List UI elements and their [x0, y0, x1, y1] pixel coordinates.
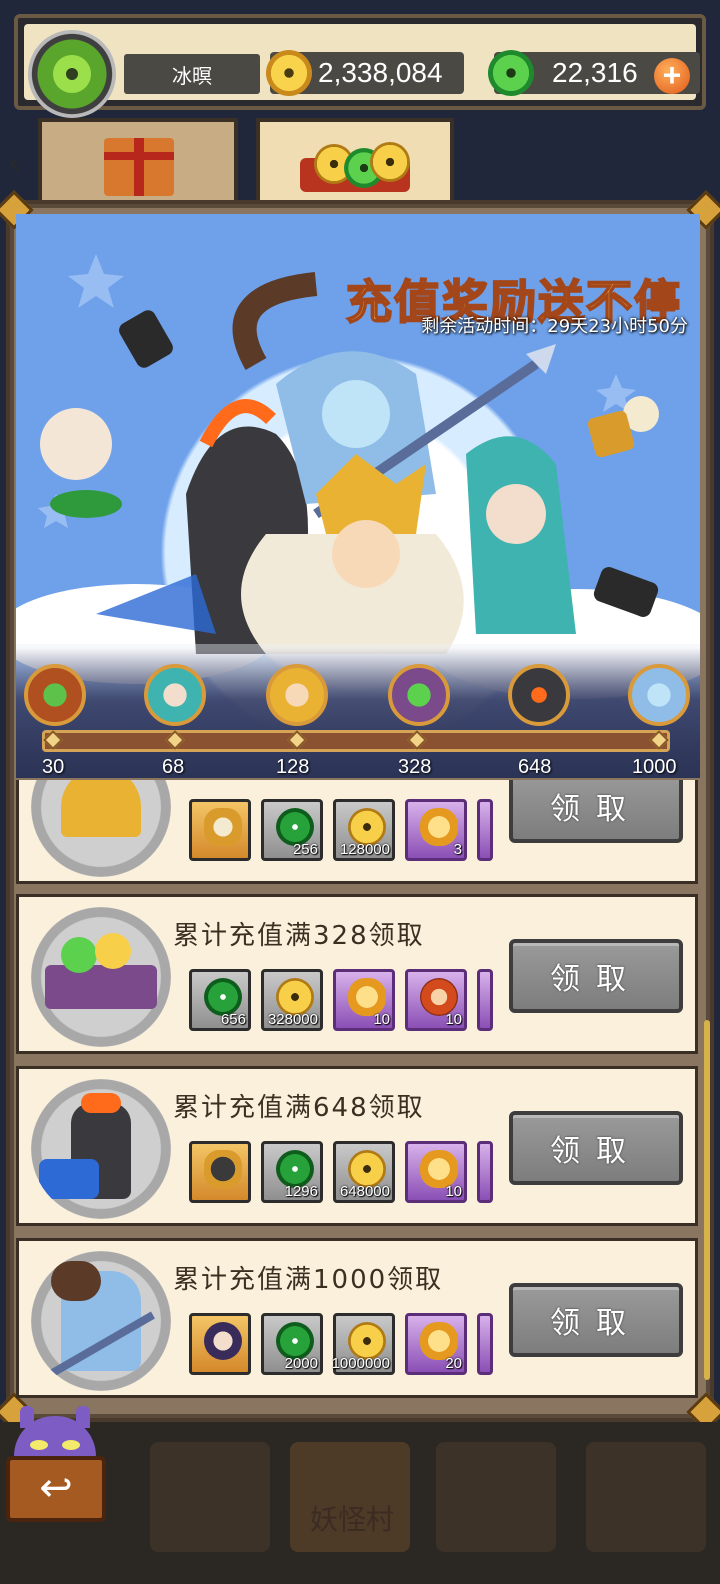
reward-item[interactable]: 656: [189, 969, 251, 1031]
milestone-label: 68: [162, 756, 185, 778]
milestone-hero-icon[interactable]: [144, 664, 206, 726]
reward-item[interactable]: 2000: [261, 1313, 323, 1375]
tab-gift-box[interactable]: [38, 118, 238, 210]
reward-item[interactable]: [189, 1141, 251, 1203]
reward-row: 累计充值满648领取 1296 648000 10 领取: [16, 1066, 698, 1226]
jade-amount: 22,316: [552, 57, 638, 88]
claim-button[interactable]: 领取: [509, 780, 683, 843]
nav-compass-icon[interactable]: [586, 1442, 706, 1552]
gift-box-icon: [104, 138, 174, 196]
list-scrollbar[interactable]: [704, 1020, 710, 1380]
player-name: 冰暝: [124, 54, 260, 94]
reward-item-overflow[interactable]: [477, 969, 493, 1031]
claim-button[interactable]: 领取: [509, 1111, 683, 1185]
resource-bar-inner: 冰暝 2,338,084 22,316 +: [24, 24, 700, 118]
reward-item-overflow[interactable]: [477, 799, 493, 861]
milestone-label: 328: [398, 756, 432, 778]
recharge-progress-fill: [45, 733, 667, 749]
return-arrow-icon: ↩: [39, 1465, 73, 1511]
nav-village-label: 妖怪村: [310, 1503, 395, 1536]
milestone-jar-icon[interactable]: [24, 664, 86, 726]
scarab-icon: [420, 808, 458, 846]
reward-item[interactable]: 10: [405, 969, 467, 1031]
milestone-warrior-icon[interactable]: [628, 664, 690, 726]
chess-piece-icon: [204, 808, 242, 846]
reward-item[interactable]: 10: [405, 1141, 467, 1203]
reward-item[interactable]: 128000: [333, 799, 395, 861]
jade-counter: 22,316 +: [488, 50, 700, 96]
milestone-label: 128: [276, 756, 310, 778]
reward-item[interactable]: 648000: [333, 1141, 395, 1203]
milestone-strip: [16, 648, 700, 778]
black-chess-piece-icon: [204, 1150, 242, 1188]
claim-button[interactable]: 领取: [509, 939, 683, 1013]
add-jade-button[interactable]: +: [654, 58, 690, 94]
row-title: 累计充值满328领取: [173, 921, 425, 951]
coin-box-portrait: [31, 907, 171, 1047]
recharge-progress-bar: [42, 730, 670, 752]
dark-knight-portrait: [31, 1079, 171, 1219]
gold-counter: 2,338,084: [266, 50, 464, 96]
milestone-knight-icon[interactable]: [508, 664, 570, 726]
reward-item[interactable]: [189, 1313, 251, 1375]
reward-item[interactable]: 1000000: [332, 1313, 395, 1375]
reward-item[interactable]: 1296: [261, 1141, 323, 1203]
row-title: 累计充值满648领取: [173, 1093, 425, 1123]
event-countdown: 剩余活动时间：29天23小时50分: [421, 316, 688, 337]
milestone-label: 648: [518, 756, 552, 778]
gold-coin-icon: [266, 50, 312, 96]
milestone-coin-box-icon[interactable]: [388, 664, 450, 726]
reward-item-overflow[interactable]: [477, 1141, 493, 1203]
nav-building-icon[interactable]: [150, 1442, 270, 1552]
jade-coin-icon: [488, 50, 534, 96]
reward-row: 累计充值满1000领取 2000 1000000 20 领取: [16, 1238, 698, 1398]
player-avatar[interactable]: [28, 30, 116, 118]
return-button[interactable]: ↩: [6, 1456, 106, 1522]
armored-warrior-portrait: [31, 1251, 171, 1391]
milestone-eagle-icon[interactable]: [266, 664, 328, 726]
reward-list: 256 128000 3 领取 累计充值满328领取 656 328000 10…: [14, 780, 700, 1400]
reward-item[interactable]: 10: [333, 969, 395, 1031]
reward-item[interactable]: [189, 799, 251, 861]
gold-amount: 2,338,084: [318, 57, 443, 88]
reward-item-overflow[interactable]: [477, 1313, 493, 1375]
reward-item[interactable]: 3: [405, 799, 467, 861]
coin-pile-icon: [300, 138, 420, 202]
chevron-left-icon[interactable]: ‹: [8, 144, 32, 184]
milestone-label: 30: [42, 756, 65, 778]
reward-row: 256 128000 3 领取: [16, 780, 698, 884]
milestone-label: 1000: [632, 756, 677, 778]
row-title: 累计充值满1000领取: [173, 1265, 444, 1295]
reward-item[interactable]: 20: [405, 1313, 467, 1375]
reward-item[interactable]: 256: [261, 799, 323, 861]
resource-bar: 冰暝 2,338,084 22,316 +: [14, 14, 706, 118]
reward-row: 累计充值满328领取 656 328000 10 10 领取: [16, 894, 698, 1054]
reward-item[interactable]: 328000: [261, 969, 323, 1031]
eagle-hero-portrait: [31, 780, 171, 877]
claim-button[interactable]: 领取: [509, 1283, 683, 1357]
hero-card-icon: [204, 1322, 242, 1360]
nav-shop-icon[interactable]: [436, 1442, 556, 1552]
